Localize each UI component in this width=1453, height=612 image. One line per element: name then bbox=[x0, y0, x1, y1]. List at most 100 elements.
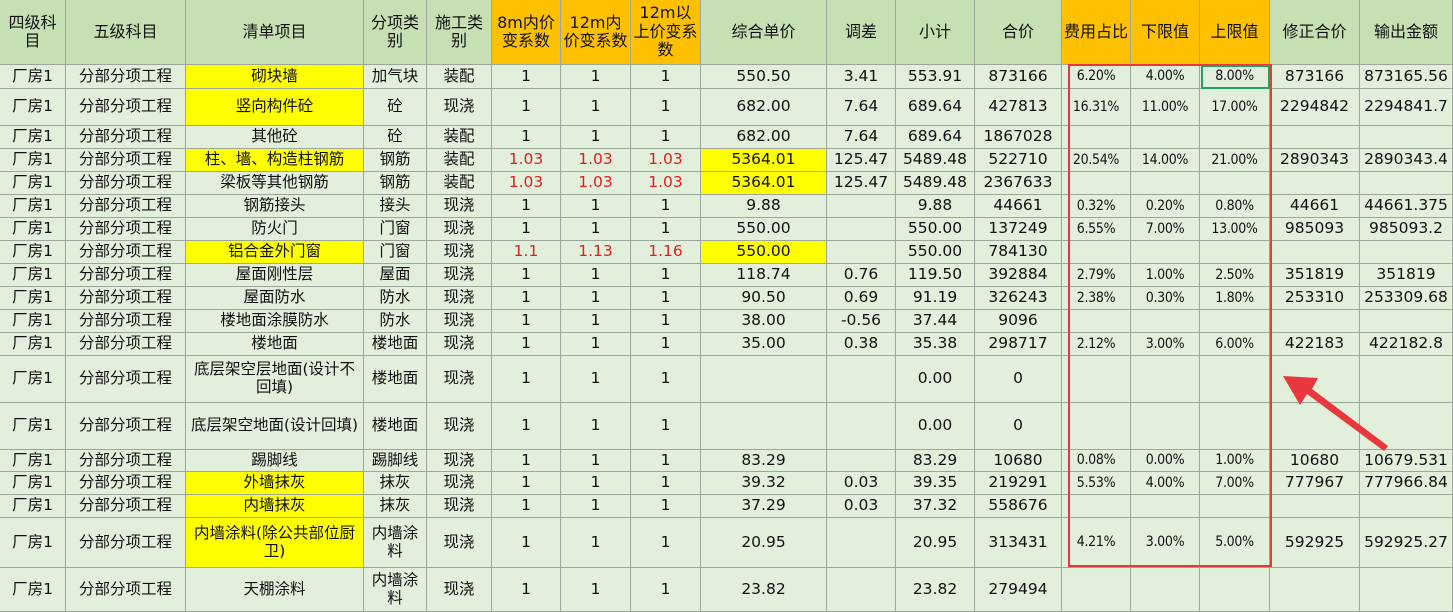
cell-level4-subject[interactable]: 厂房1 bbox=[0, 65, 66, 89]
cell-total-price[interactable]: 392884 bbox=[975, 264, 1062, 287]
cell-total-price[interactable]: 2367633 bbox=[975, 172, 1062, 195]
cell-coef-8m[interactable]: 1 bbox=[492, 403, 561, 450]
cell-lower-limit[interactable]: 11.00% bbox=[1131, 89, 1200, 126]
cell-cost-ratio[interactable]: 16.31% bbox=[1062, 89, 1131, 126]
cell-bill-item[interactable]: 底层架空地面(设计回填) bbox=[186, 403, 364, 450]
cell-unit-price[interactable]: 550.50 bbox=[701, 65, 827, 89]
cell-item-category[interactable]: 门窗 bbox=[364, 241, 427, 264]
cell-corrected-total[interactable] bbox=[1270, 495, 1360, 518]
cell-cost-ratio[interactable] bbox=[1062, 356, 1131, 403]
cell-total-price[interactable]: 326243 bbox=[975, 287, 1062, 310]
cell-corrected-total[interactable]: 985093 bbox=[1270, 218, 1360, 241]
cell-coef-12m[interactable]: 1 bbox=[561, 89, 631, 126]
cell-upper-limit[interactable] bbox=[1200, 241, 1270, 264]
cell-adjustment[interactable] bbox=[827, 568, 896, 612]
cell-total-price[interactable]: 873166 bbox=[975, 65, 1062, 89]
cell-coef-12m-plus[interactable]: 1 bbox=[631, 195, 701, 218]
cell-item-category[interactable]: 楼地面 bbox=[364, 403, 427, 450]
cell-item-category[interactable]: 内墙涂料 bbox=[364, 518, 427, 568]
cell-level4-subject[interactable]: 厂房1 bbox=[0, 518, 66, 568]
cell-lower-limit[interactable]: 4.00% bbox=[1131, 65, 1200, 89]
cell-coef-12m[interactable]: 1 bbox=[561, 518, 631, 568]
cell-total-price[interactable]: 0 bbox=[975, 356, 1062, 403]
cell-corrected-total[interactable]: 351819 bbox=[1270, 264, 1360, 287]
cell-coef-8m[interactable]: 1.03 bbox=[492, 149, 561, 172]
cell-level5-subject[interactable]: 分部分项工程 bbox=[66, 333, 186, 356]
cell-coef-12m[interactable]: 1.03 bbox=[561, 149, 631, 172]
cell-lower-limit[interactable]: 3.00% bbox=[1131, 333, 1200, 356]
cell-lower-limit[interactable]: 7.00% bbox=[1131, 218, 1200, 241]
header-output-amount[interactable]: 输出金额 bbox=[1360, 0, 1453, 65]
cell-item-category[interactable]: 防水 bbox=[364, 310, 427, 333]
cell-cost-ratio[interactable] bbox=[1062, 568, 1131, 612]
cell-level5-subject[interactable]: 分部分项工程 bbox=[66, 126, 186, 149]
cell-output-amount[interactable]: 592925.27 bbox=[1360, 518, 1453, 568]
cell-total-price[interactable]: 10680 bbox=[975, 450, 1062, 472]
cell-coef-8m[interactable]: 1 bbox=[492, 126, 561, 149]
cell-coef-8m[interactable]: 1 bbox=[492, 65, 561, 89]
cell-construction-type[interactable]: 现浇 bbox=[427, 356, 492, 403]
cell-total-price[interactable]: 279494 bbox=[975, 568, 1062, 612]
cell-construction-type[interactable]: 装配 bbox=[427, 65, 492, 89]
cell-upper-limit[interactable]: 1.80% bbox=[1200, 287, 1270, 310]
cell-adjustment[interactable] bbox=[827, 241, 896, 264]
cell-coef-12m-plus[interactable]: 1.03 bbox=[631, 172, 701, 195]
cell-construction-type[interactable]: 现浇 bbox=[427, 264, 492, 287]
cell-corrected-total[interactable] bbox=[1270, 310, 1360, 333]
header-unit-price[interactable]: 综合单价 bbox=[701, 0, 827, 65]
cell-item-category[interactable]: 接头 bbox=[364, 195, 427, 218]
header-coef-12m[interactable]: 12m内价变系数 bbox=[561, 0, 631, 65]
cell-cost-ratio[interactable]: 20.54% bbox=[1062, 149, 1131, 172]
cell-level4-subject[interactable]: 厂房1 bbox=[0, 568, 66, 612]
cell-cost-ratio[interactable] bbox=[1062, 172, 1131, 195]
cell-item-category[interactable]: 内墙涂料 bbox=[364, 568, 427, 612]
header-total-price[interactable]: 合价 bbox=[975, 0, 1062, 65]
cell-cost-ratio[interactable] bbox=[1062, 126, 1131, 149]
cell-output-amount[interactable]: 351819 bbox=[1360, 264, 1453, 287]
cell-corrected-total[interactable]: 422183 bbox=[1270, 333, 1360, 356]
cell-coef-8m[interactable]: 1 bbox=[492, 568, 561, 612]
cell-level5-subject[interactable]: 分部分项工程 bbox=[66, 450, 186, 472]
header-coef-8m[interactable]: 8m内价变系数 bbox=[492, 0, 561, 65]
cell-bill-item[interactable]: 屋面防水 bbox=[186, 287, 364, 310]
cell-subtotal[interactable]: 83.29 bbox=[896, 450, 975, 472]
cell-coef-12m-plus[interactable]: 1 bbox=[631, 89, 701, 126]
cell-lower-limit[interactable]: 3.00% bbox=[1131, 518, 1200, 568]
cell-adjustment[interactable] bbox=[827, 450, 896, 472]
cell-upper-limit[interactable] bbox=[1200, 126, 1270, 149]
cell-upper-limit[interactable]: 7.00% bbox=[1200, 472, 1270, 495]
cell-bill-item[interactable]: 天棚涂料 bbox=[186, 568, 364, 612]
cell-construction-type[interactable]: 装配 bbox=[427, 126, 492, 149]
cell-level5-subject[interactable]: 分部分项工程 bbox=[66, 195, 186, 218]
cell-coef-12m[interactable]: 1 bbox=[561, 195, 631, 218]
cell-level5-subject[interactable]: 分部分项工程 bbox=[66, 518, 186, 568]
cell-corrected-total[interactable]: 44661 bbox=[1270, 195, 1360, 218]
cell-coef-12m[interactable]: 1 bbox=[561, 568, 631, 612]
cell-item-category[interactable]: 抹灰 bbox=[364, 472, 427, 495]
cell-adjustment[interactable] bbox=[827, 403, 896, 450]
cell-level4-subject[interactable]: 厂房1 bbox=[0, 172, 66, 195]
cell-unit-price[interactable]: 39.32 bbox=[701, 472, 827, 495]
cell-level5-subject[interactable]: 分部分项工程 bbox=[66, 89, 186, 126]
cell-corrected-total[interactable]: 777967 bbox=[1270, 472, 1360, 495]
cell-upper-limit[interactable]: 5.00% bbox=[1200, 518, 1270, 568]
cell-unit-price[interactable]: 550.00 bbox=[701, 241, 827, 264]
cell-adjustment[interactable]: 125.47 bbox=[827, 149, 896, 172]
header-lower-limit[interactable]: 下限值 bbox=[1131, 0, 1200, 65]
cell-coef-8m[interactable]: 1 bbox=[492, 333, 561, 356]
cell-total-price[interactable]: 1867028 bbox=[975, 126, 1062, 149]
cell-adjustment[interactable]: 7.64 bbox=[827, 89, 896, 126]
cell-unit-price[interactable]: 23.82 bbox=[701, 568, 827, 612]
cell-bill-item[interactable]: 钢筋接头 bbox=[186, 195, 364, 218]
cell-construction-type[interactable]: 现浇 bbox=[427, 472, 492, 495]
cell-cost-ratio[interactable]: 6.55% bbox=[1062, 218, 1131, 241]
cell-lower-limit[interactable]: 0.30% bbox=[1131, 287, 1200, 310]
cell-construction-type[interactable]: 现浇 bbox=[427, 218, 492, 241]
cell-coef-8m[interactable]: 1 bbox=[492, 450, 561, 472]
header-upper-limit[interactable]: 上限值 bbox=[1200, 0, 1270, 65]
cell-lower-limit[interactable] bbox=[1131, 172, 1200, 195]
cell-level4-subject[interactable]: 厂房1 bbox=[0, 450, 66, 472]
cell-corrected-total[interactable]: 2890343 bbox=[1270, 149, 1360, 172]
cell-coef-8m[interactable]: 1 bbox=[492, 310, 561, 333]
cell-construction-type[interactable]: 现浇 bbox=[427, 495, 492, 518]
